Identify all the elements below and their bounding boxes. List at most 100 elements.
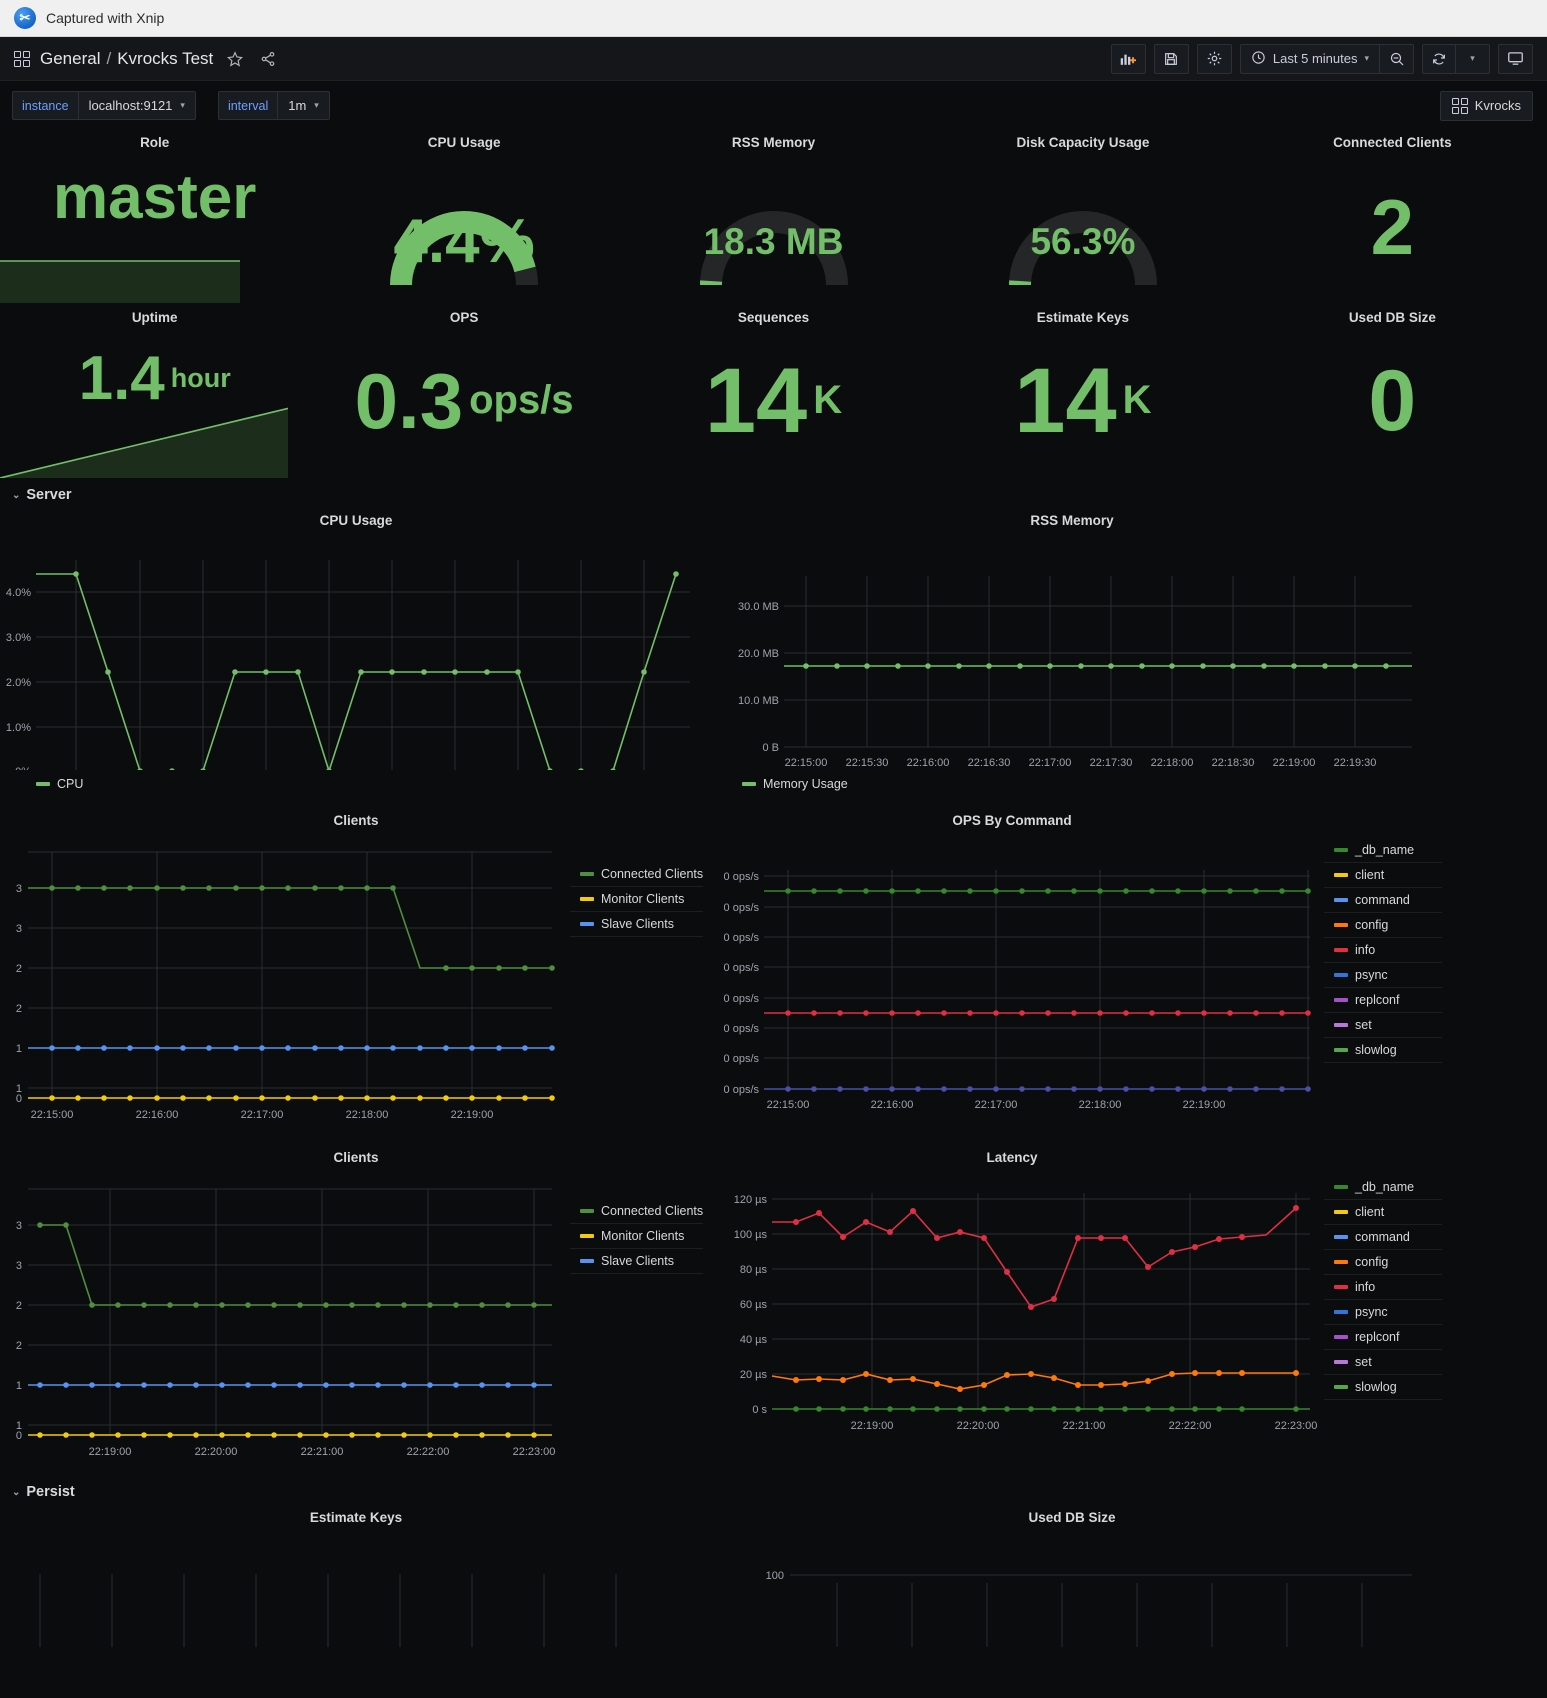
- legend-item[interactable]: Connected Clients: [570, 1199, 703, 1224]
- breadcrumb-folder[interactable]: General: [40, 49, 100, 69]
- legend-item[interactable]: set: [1324, 1013, 1442, 1038]
- stat-value: 56.3%: [1030, 223, 1135, 260]
- svg-text:22:22:00: 22:22:00: [1169, 1420, 1212, 1432]
- svg-text:22:17:30: 22:17:30: [1090, 757, 1133, 769]
- legend-item[interactable]: command: [1324, 1225, 1442, 1250]
- panel-clients-top[interactable]: Clients 33 22 11 0: [0, 807, 712, 1130]
- svg-text:22:22:00: 22:22:00: [407, 1446, 450, 1458]
- refresh-interval-chevron-icon[interactable]: ▾: [1456, 45, 1489, 73]
- panel-estimate-keys[interactable]: Estimate Keys: [0, 1504, 712, 1652]
- legend-item[interactable]: Monitor Clients: [570, 1224, 703, 1249]
- legend-item[interactable]: config: [1324, 913, 1442, 938]
- stat-panel-connected-clients[interactable]: Connected Clients 2: [1238, 128, 1547, 303]
- template-variables-row: instance localhost:9121 ▾ interval 1m ▾ …: [0, 81, 1547, 128]
- svg-text:22:15:00: 22:15:00: [785, 757, 828, 769]
- legend-item[interactable]: _db_name: [1324, 838, 1442, 863]
- legend-swatch: [1334, 848, 1348, 852]
- svg-text:3: 3: [16, 1220, 22, 1232]
- tv-mode-icon[interactable]: [1499, 45, 1532, 73]
- stat-panel-estimate-keys[interactable]: Estimate Keys 14 K: [928, 303, 1237, 478]
- panel-title: RSS Memory: [712, 507, 1432, 530]
- svg-text:0: 0: [16, 1430, 22, 1442]
- legend-item[interactable]: Monitor Clients: [570, 887, 703, 912]
- legend-swatch: [1334, 873, 1348, 877]
- legend-item[interactable]: Slave Clients: [570, 1249, 703, 1274]
- xnip-capture-bar: ✂ Captured with Xnip: [0, 0, 1547, 37]
- panel-title: Estimate Keys: [0, 1504, 712, 1527]
- stat-panel-ops[interactable]: OPS 0.3 ops/s: [309, 303, 618, 478]
- y-tick-label: 100: [766, 1570, 784, 1582]
- legend-label: replconf: [1355, 1330, 1399, 1344]
- legend-item[interactable]: replconf: [1324, 1325, 1442, 1350]
- breadcrumb-title[interactable]: Kvrocks Test: [117, 49, 213, 69]
- section-header-persist[interactable]: ⌄ Persist: [0, 1475, 1547, 1504]
- legend-item[interactable]: client: [1324, 863, 1442, 888]
- panel-rss-memory[interactable]: RSS Memory 30.0 MB20.0 MB 10.0 MB0 B: [712, 507, 1432, 791]
- svg-text:2: 2: [16, 1003, 22, 1015]
- panel-latency[interactable]: Latency 120 µs100 µs 80 µs60 µs 40 µs20 …: [712, 1144, 1532, 1467]
- legend-swatch: [1334, 1385, 1348, 1389]
- star-icon[interactable]: [223, 47, 246, 70]
- zoom-out-icon[interactable]: [1380, 45, 1413, 73]
- variable-label-interval: interval: [218, 91, 277, 120]
- panel-cpu-usage[interactable]: CPU Usage 4.0%3.0% 2.0%1.0% 0%: [0, 507, 712, 791]
- share-icon[interactable]: [256, 47, 279, 70]
- legend-item[interactable]: command: [1324, 888, 1442, 913]
- svg-text:22:18:00: 22:18:00: [1151, 757, 1194, 769]
- legend-label: set: [1355, 1018, 1372, 1032]
- refresh-icon[interactable]: [1423, 45, 1456, 73]
- stat-panel-cpu-usage[interactable]: CPU Usage 4.4%: [309, 128, 618, 303]
- svg-text:22:15:00: 22:15:00: [31, 1109, 74, 1121]
- stat-panel-disk-capacity-usage[interactable]: Disk Capacity Usage 56.3%: [928, 128, 1237, 303]
- legend-item[interactable]: info: [1324, 1275, 1442, 1300]
- legend-item[interactable]: Memory Usage: [742, 777, 848, 791]
- add-panel-icon[interactable]: [1112, 45, 1145, 73]
- legend-label: Slave Clients: [601, 917, 674, 931]
- legend-item[interactable]: CPU: [36, 777, 83, 791]
- legend-item[interactable]: set: [1324, 1350, 1442, 1375]
- dashboard-grid-icon[interactable]: [14, 51, 30, 67]
- stat-panel-sequences[interactable]: Sequences 14 K: [619, 303, 928, 478]
- stat-value-wrap: 4.4%: [309, 128, 618, 303]
- panel-title: Clients: [0, 1144, 712, 1167]
- svg-text:22:15:00: 22:15:00: [767, 1099, 810, 1111]
- legend-item[interactable]: slowlog: [1324, 1375, 1442, 1400]
- svg-text:22:19:00: 22:19:00: [451, 1109, 494, 1121]
- legend-label: client: [1355, 868, 1384, 882]
- legend-item[interactable]: client: [1324, 1200, 1442, 1225]
- legend-item[interactable]: psync: [1324, 963, 1442, 988]
- panel-used-db-size[interactable]: Used DB Size 100: [712, 1504, 1532, 1652]
- legend-item[interactable]: _db_name: [1324, 1175, 1442, 1200]
- section-header-server[interactable]: ⌄ Server: [0, 478, 1547, 507]
- legend-item[interactable]: info: [1324, 938, 1442, 963]
- datasource-button[interactable]: Kvrocks: [1440, 91, 1533, 121]
- variable-select-interval[interactable]: 1m ▾: [277, 91, 330, 120]
- legend-swatch: [1334, 1360, 1348, 1364]
- svg-text:22:19:00: 22:19:00: [1183, 1099, 1226, 1111]
- panel-clients-bottom[interactable]: Clients 33 22 11 0: [0, 1144, 712, 1467]
- legend-item[interactable]: replconf: [1324, 988, 1442, 1013]
- legend-item[interactable]: Slave Clients: [570, 912, 703, 937]
- stat-panel-role[interactable]: Role master: [0, 128, 309, 303]
- legend-item[interactable]: slowlog: [1324, 1038, 1442, 1063]
- toolbar: Last 5 minutes ▾ ▾: [1103, 44, 1533, 74]
- stat-panel-rss-memory[interactable]: RSS Memory 18.3 MB: [619, 128, 928, 303]
- stat-panel-uptime[interactable]: Uptime 1.4 hour: [0, 303, 309, 478]
- stat-value: 4.4%: [393, 211, 534, 273]
- legend-item[interactable]: config: [1324, 1250, 1442, 1275]
- stat-unit: K: [813, 378, 842, 423]
- section-label: Server: [26, 487, 71, 503]
- legend-rss-memory: Memory Usage: [712, 777, 1432, 791]
- save-icon[interactable]: [1155, 45, 1188, 73]
- panel-ops-by-command[interactable]: OPS By Command 0 ops/s0 ops/s 0 ops/s0 o…: [712, 807, 1532, 1130]
- legend-item[interactable]: psync: [1324, 1300, 1442, 1325]
- svg-text:3.0%: 3.0%: [6, 632, 31, 644]
- legend-item[interactable]: Connected Clients: [570, 862, 703, 887]
- legend-swatch: [1334, 1023, 1348, 1027]
- stat-panel-used-db-size[interactable]: Used DB Size 0: [1238, 303, 1547, 478]
- stat-title: Uptime: [0, 303, 309, 325]
- time-range-picker[interactable]: Last 5 minutes ▾: [1241, 45, 1380, 73]
- variable-select-instance[interactable]: localhost:9121 ▾: [78, 91, 196, 120]
- legend-label: command: [1355, 893, 1410, 907]
- gear-icon[interactable]: [1198, 45, 1231, 73]
